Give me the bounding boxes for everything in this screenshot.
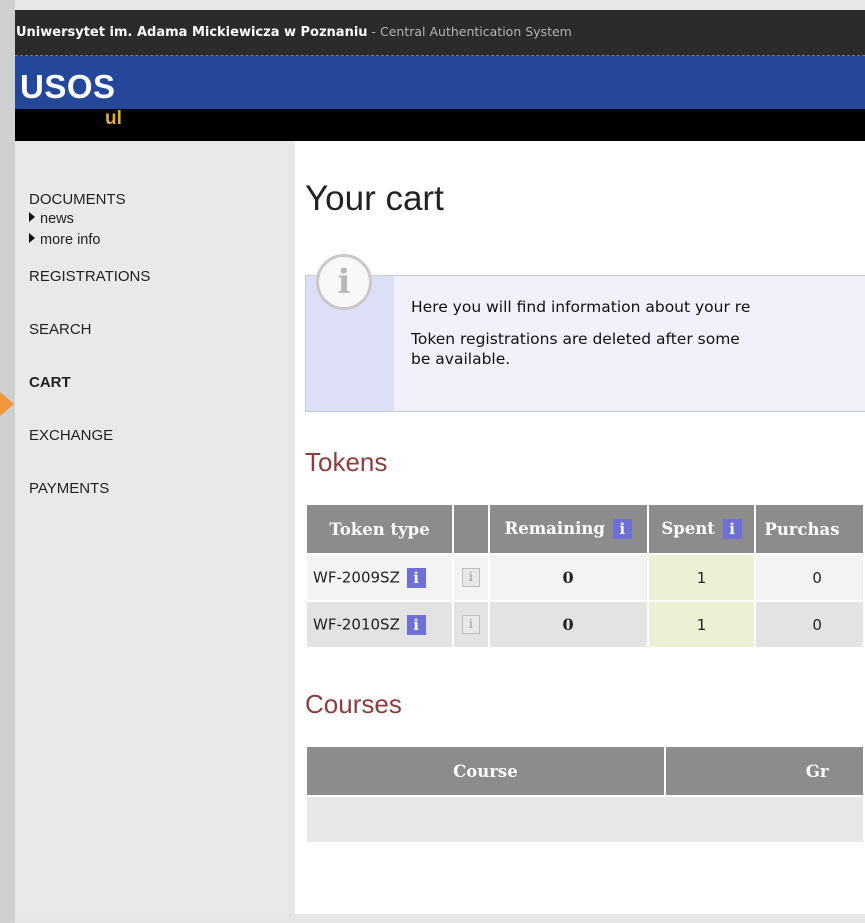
info-line: Token registrations are deleted after so… — [411, 330, 740, 348]
info-text: Here you will find information about you… — [411, 297, 750, 369]
purchased-cell: 0 — [756, 555, 863, 600]
sidebar: DOCUMENTS news more info REGISTRATIONS S… — [15, 141, 295, 914]
sidebar-item-label[interactable]: DOCUMENTS — [29, 191, 126, 208]
tokens-table: Token type Remaining i Spent i Purchas W… — [305, 503, 865, 649]
courses-table: Course Gr — [305, 745, 865, 844]
documents-submenu: news more info — [29, 209, 150, 251]
info-icon[interactable]: i — [406, 614, 426, 635]
window-title: Uniwersytet im. Adama Mickiewicza w Pozn… — [16, 25, 368, 40]
col-course: Course — [307, 747, 664, 795]
col-spent: Spent i — [648, 505, 755, 553]
table-header-row: Token type Remaining i Spent i Purchas — [307, 505, 863, 553]
triangle-right-icon — [29, 212, 35, 222]
usos-header: USOS — [15, 56, 865, 109]
details-info-icon[interactable]: i — [461, 615, 480, 634]
remaining-cell: 0 — [489, 602, 647, 647]
info-icon[interactable]: i — [406, 567, 426, 588]
details-info-icon[interactable]: i — [461, 568, 480, 587]
triangle-right-icon — [29, 233, 35, 243]
remaining-cell: 0 — [489, 555, 647, 600]
window-bottom-edge — [15, 914, 865, 923]
pointer-arrow-icon — [0, 392, 14, 416]
info-circle-icon: i — [316, 254, 372, 310]
tokens-heading: Tokens — [305, 447, 388, 477]
spent-cell: 1 — [648, 602, 755, 647]
token-type-cell: WF-2010SZ i — [307, 602, 453, 647]
ul-logo: ul — [105, 108, 122, 129]
info-line: Here you will find information about you… — [411, 298, 751, 316]
table-row: WF-2010SZ i i 0 1 0 — [307, 602, 863, 647]
submenu-item-more-info[interactable]: more info — [29, 230, 150, 251]
details-cell: i — [454, 602, 488, 647]
page-title: Your cart — [305, 179, 444, 218]
table-header-row: Course Gr — [307, 747, 863, 795]
details-cell: i — [454, 555, 488, 600]
col-blank — [454, 505, 488, 553]
sidebar-item-registrations[interactable]: REGISTRATIONS — [29, 268, 150, 285]
sidebar-item-documents[interactable]: DOCUMENTS news more info — [29, 191, 150, 251]
window-title-bar: Uniwersytet im. Adama Mickiewicza w Pozn… — [15, 10, 865, 56]
info-icon[interactable]: i — [612, 519, 632, 540]
spent-cell: 1 — [648, 555, 755, 600]
info-line: be available. — [411, 350, 511, 368]
col-remaining: Remaining i — [489, 505, 647, 553]
main-content: Your cart i Here you will find informati… — [295, 141, 865, 914]
table-row — [307, 797, 863, 842]
window-top-edge — [0, 0, 865, 10]
col-token-type: Token type — [307, 505, 453, 553]
col-group: Gr — [665, 747, 863, 795]
sidebar-item-cart[interactable]: CART — [29, 374, 150, 391]
window-subtitle: - Central Authentication System — [367, 24, 572, 39]
header-black-bar: ul — [15, 108, 865, 141]
sidebar-menu: DOCUMENTS news more info REGISTRATIONS S… — [29, 191, 150, 533]
empty-row-cell — [307, 797, 863, 842]
info-box: i Here you will find information about y… — [305, 254, 865, 412]
table-row: WF-2009SZ i i 0 1 0 — [307, 555, 863, 600]
purchased-cell: 0 — [756, 602, 863, 647]
sidebar-item-exchange[interactable]: EXCHANGE — [29, 427, 150, 444]
sidebar-item-payments[interactable]: PAYMENTS — [29, 480, 150, 497]
sidebar-item-search[interactable]: SEARCH — [29, 321, 150, 338]
col-purchased: Purchas — [756, 505, 863, 553]
info-icon[interactable]: i — [722, 519, 742, 540]
token-type-cell: WF-2009SZ i — [307, 555, 453, 600]
courses-heading: Courses — [305, 689, 402, 719]
outer-background-strip — [0, 0, 15, 923]
submenu-item-news[interactable]: news — [29, 209, 150, 230]
usos-logo[interactable]: USOS — [20, 68, 116, 106]
